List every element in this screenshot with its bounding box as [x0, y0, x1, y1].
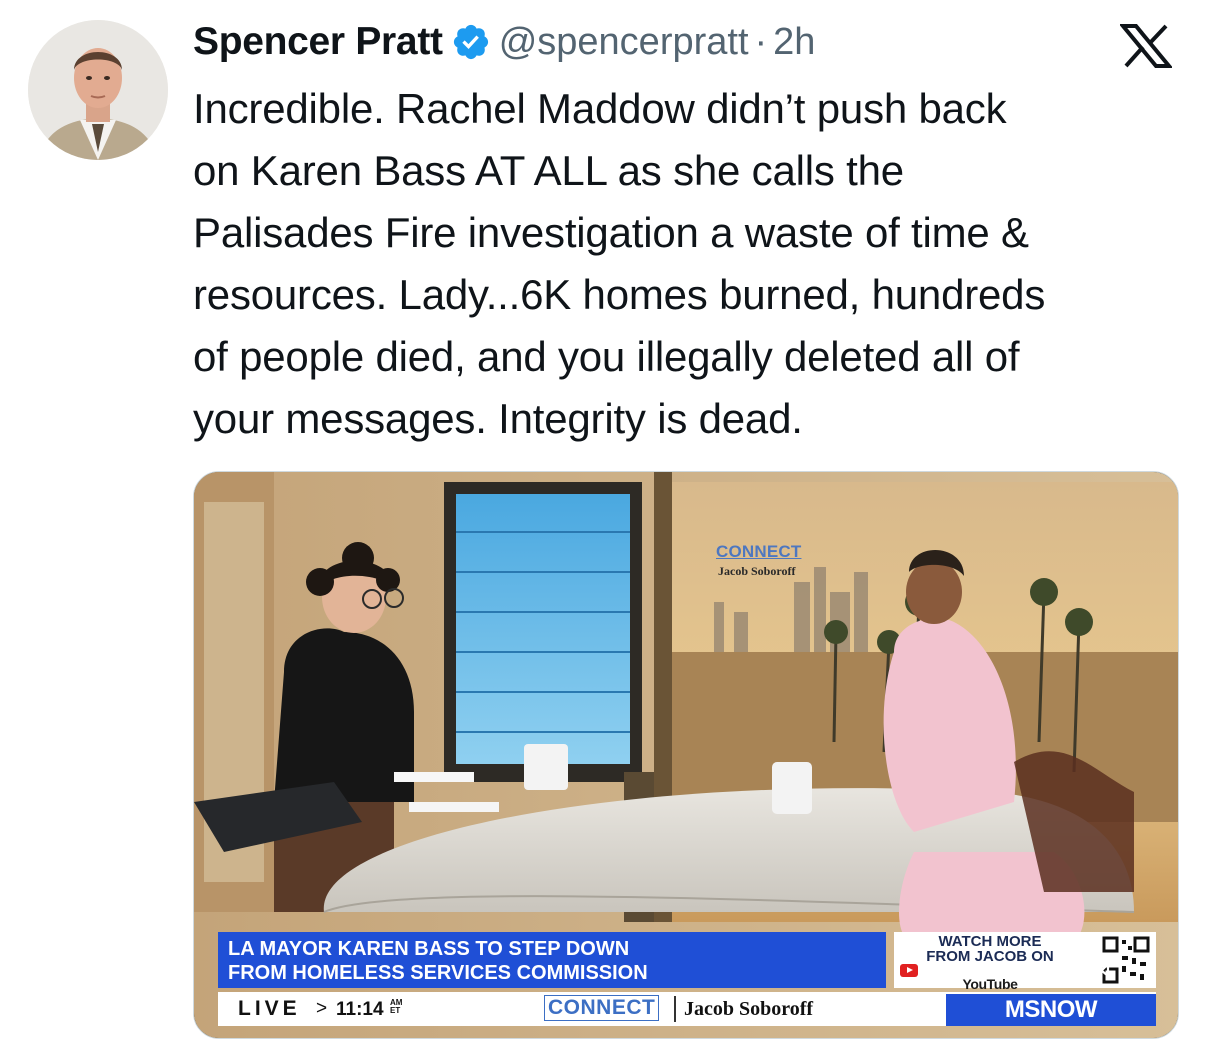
- tweet-header: Spencer Pratt @spencerpratt · 2h: [193, 14, 815, 70]
- set-show-logo: CONNECT: [716, 542, 802, 561]
- headline-line: FROM HOMELESS SERVICES COMMISSION: [228, 962, 648, 984]
- ticker-divider: [674, 996, 676, 1022]
- set-show-host: Jacob Soboroff: [718, 564, 796, 578]
- tweet-text-line: Incredible. Rachel Maddow didn’t push ba…: [193, 85, 1007, 132]
- watch-line: FROM JACOB ON: [926, 948, 1054, 965]
- clock-et: ET: [390, 1006, 401, 1015]
- tweet-text: Incredible. Rachel Maddow didn’t push ba…: [193, 78, 1193, 450]
- clock: 11:14: [336, 999, 384, 1020]
- tweet-text-line: of people died, and you illegally delete…: [193, 333, 1020, 380]
- verified-badge-icon: [451, 22, 491, 62]
- show-logo: CONNECT: [544, 995, 660, 1021]
- clock-suffix: AM ET: [390, 999, 402, 1015]
- youtube-logo: YouTube: [900, 964, 1080, 992]
- network-logo: MSNOW: [946, 994, 1156, 1026]
- tweet-text-line: Palisades Fire investigation a waste of …: [193, 209, 1029, 256]
- watch-more-text: WATCH MORE FROM JACOB ON YouTube: [900, 934, 1080, 992]
- avatar-image: [28, 20, 168, 160]
- youtube-play-icon: [900, 964, 918, 977]
- youtube-label: YouTube: [962, 976, 1018, 992]
- handle[interactable]: @spencerpratt: [499, 21, 749, 64]
- separator-dot: ·: [754, 20, 768, 63]
- video-player[interactable]: CONNECT Jacob Soboroff LA MAYOR KAREN BA…: [193, 471, 1179, 1039]
- live-label: LIVE: [238, 997, 301, 1020]
- tweet-text-line: your messages. Integrity is dead.: [193, 395, 803, 442]
- show-host: Jacob Soboroff: [684, 998, 814, 1020]
- display-name[interactable]: Spencer Pratt: [193, 20, 443, 64]
- tweet-text-line: resources. Lady...6K homes burned, hundr…: [193, 271, 1046, 318]
- headline-chyron: LA MAYOR KAREN BASS TO STEP DOWN FROM HO…: [218, 932, 886, 988]
- watch-line: WATCH MORE: [938, 933, 1042, 950]
- avatar[interactable]: [28, 20, 168, 160]
- headline-line: LA MAYOR KAREN BASS TO STEP DOWN: [228, 938, 630, 960]
- tweet-text-line: on Karen Bass AT ALL as she calls the: [193, 147, 904, 194]
- live-arrow: >: [316, 998, 328, 1019]
- mute-icon[interactable]: [1090, 950, 1122, 982]
- timestamp[interactable]: 2h: [773, 21, 815, 64]
- x-logo-icon[interactable]: [1118, 24, 1174, 68]
